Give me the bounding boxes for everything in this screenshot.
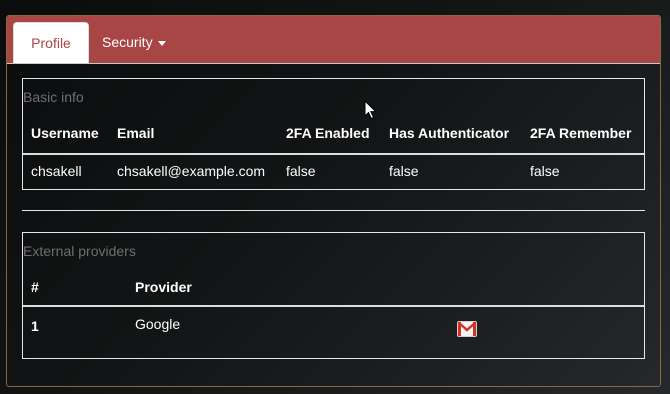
caret-down-icon	[157, 40, 166, 46]
column-header-2fa-remember: 2FA Remember	[530, 125, 632, 141]
section-divider	[22, 210, 645, 211]
column-header-number: #	[31, 279, 39, 295]
cell-username: chsakell	[31, 163, 82, 179]
cell-email: chsakell@example.com	[117, 163, 266, 179]
page: Profile Security Basic info Username Ema…	[0, 0, 670, 394]
cell-2fa-remember: false	[530, 163, 560, 179]
column-header-provider: Provider	[135, 279, 192, 295]
cell-has-authenticator: false	[389, 163, 419, 179]
external-providers-table: External providers # Provider 1 Google	[22, 232, 645, 359]
column-header-2fa-enabled: 2FA Enabled	[286, 125, 370, 141]
gmail-icon[interactable]	[457, 321, 477, 337]
basic-info-caption: Basic info	[23, 89, 84, 105]
mouse-pointer-icon	[364, 100, 378, 120]
cell-number: 1	[31, 318, 39, 334]
external-providers-header-row: # Provider	[23, 279, 644, 307]
tab-bar: Profile Security	[7, 16, 660, 64]
column-header-username: Username	[31, 125, 99, 141]
column-header-email: Email	[117, 125, 155, 141]
tab-security-dropdown[interactable]: Security	[102, 22, 166, 62]
cell-2fa-enabled: false	[286, 163, 316, 179]
basic-info-header-row: Username Email 2FA Enabled Has Authentic…	[23, 125, 644, 155]
tab-profile[interactable]: Profile	[13, 22, 89, 63]
cell-provider: Google	[135, 316, 181, 332]
tab-security-label: Security	[102, 34, 153, 50]
profile-panel: Profile Security Basic info Username Ema…	[6, 15, 661, 387]
external-providers-caption: External providers	[23, 243, 136, 259]
column-header-has-authenticator: Has Authenticator	[389, 125, 510, 141]
basic-info-table: Basic info Username Email 2FA Enabled Ha…	[22, 78, 645, 190]
